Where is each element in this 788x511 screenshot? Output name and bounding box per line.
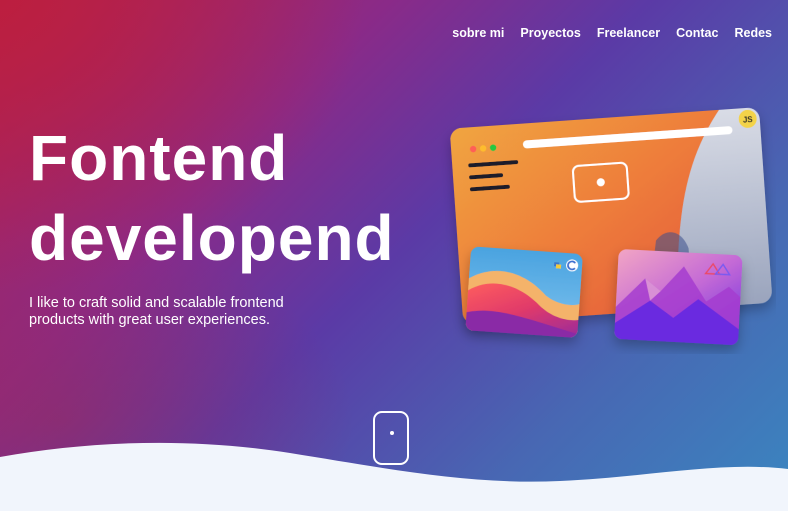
top-nav: sobre mi Proyectos Freelancer Contac Red…: [452, 26, 772, 40]
landscape-card-1: [465, 246, 583, 338]
hero-title-line-1: Fontend: [29, 122, 289, 194]
hero-subtitle: I like to craft solid and scalable front…: [29, 295, 329, 329]
hero-title-line-2: developend: [29, 202, 395, 274]
hero-subtitle-line-1: I like to craft solid and scalable front…: [29, 295, 284, 311]
nav-item-redes[interactable]: Redes: [734, 26, 772, 40]
scroll-wheel-dot: [390, 431, 394, 435]
hero-subtitle-line-2: products with great user experiences.: [29, 312, 270, 328]
hero-title: Fontend developend: [29, 118, 395, 278]
hero-section: sobre mi Proyectos Freelancer Contac Red…: [0, 0, 788, 511]
nav-item-freelancer[interactable]: Freelancer: [597, 26, 660, 40]
svg-text:JS: JS: [743, 115, 754, 125]
nav-item-proyectos[interactable]: Proyectos: [520, 26, 580, 40]
scroll-down-mouse-icon[interactable]: [373, 411, 409, 465]
landscape-card-2: [614, 248, 743, 346]
nav-item-sobre-mi[interactable]: sobre mi: [452, 26, 504, 40]
browser-illustration: JS: [450, 107, 772, 346]
nav-item-contac[interactable]: Contac: [676, 26, 718, 40]
